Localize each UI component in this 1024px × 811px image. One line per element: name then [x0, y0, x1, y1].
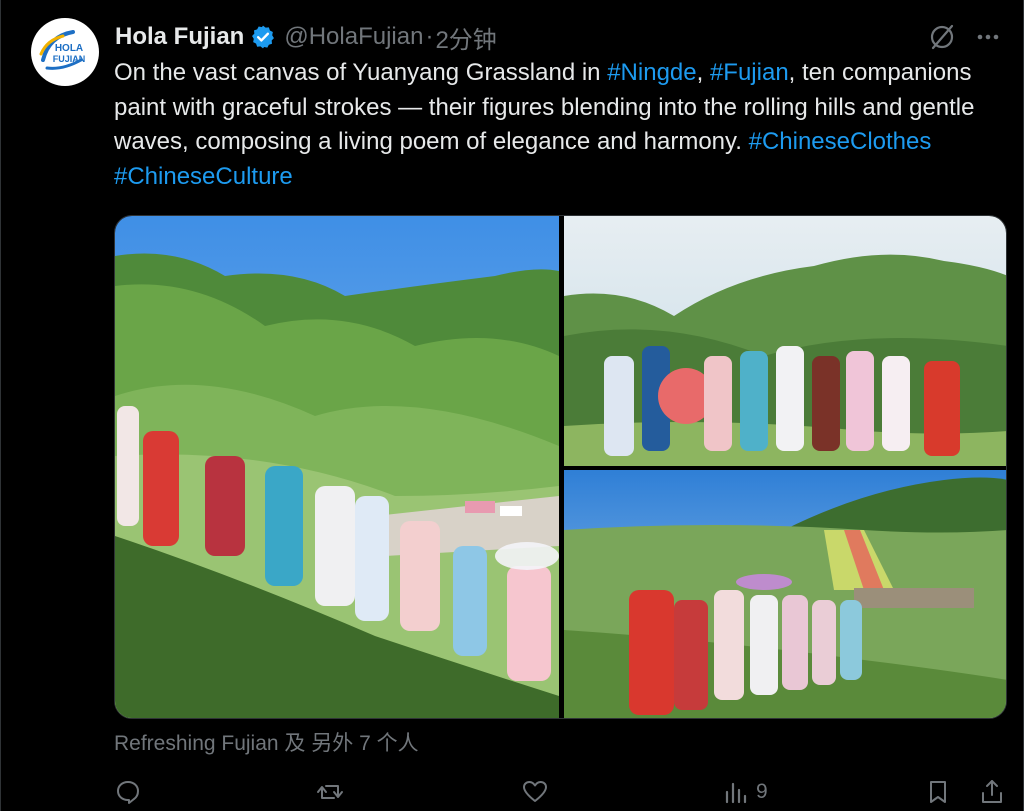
tweet-text-comma: ,: [696, 59, 710, 86]
retweet-button[interactable]: [316, 776, 344, 808]
reply-icon: [117, 781, 139, 804]
hashtag-chineseculture[interactable]: #ChineseCulture: [114, 163, 293, 190]
tagged-users[interactable]: Refreshing Fujian 及 另外 7 个人: [114, 727, 419, 757]
media-grid: [114, 215, 1007, 719]
tweet-action-bar: 9: [114, 772, 1014, 811]
avatar-logo-line1: HOLA: [55, 43, 83, 54]
tweet-text-part1: On the vast canvas of Yuanyang Grassland…: [114, 59, 608, 86]
grok-icon[interactable]: [927, 22, 957, 52]
share-button[interactable]: [978, 776, 1006, 808]
tweet-text: On the vast canvas of Yuanyang Grassland…: [114, 56, 1004, 194]
account-avatar[interactable]: HOLA FUJIAN: [31, 18, 99, 86]
photo-2[interactable]: [564, 216, 1006, 466]
display-name[interactable]: Hola Fujian: [115, 23, 244, 51]
hola-fujian-logo: HOLA FUJIAN: [39, 30, 86, 70]
like-button[interactable]: [521, 776, 549, 808]
views-bar-chart-icon: [725, 782, 747, 804]
photo-3[interactable]: [564, 470, 1006, 718]
header-separator: ·: [425, 23, 434, 50]
share-icon: [982, 780, 1002, 803]
timestamp[interactable]: 2分钟: [435, 20, 496, 55]
retweet-icon: [317, 785, 343, 799]
views-button[interactable]: 9: [722, 776, 768, 808]
reply-button[interactable]: [114, 776, 142, 808]
tweet-card: HOLA FUJIAN Hola Fujian @HolaFujian · 2分…: [0, 0, 1024, 811]
avatar-logo-line2: FUJIAN: [53, 54, 86, 64]
heart-icon: [523, 781, 547, 802]
bookmark-button[interactable]: [924, 776, 952, 808]
hashtag-fujian[interactable]: #Fujian: [710, 59, 789, 86]
more-options-icon[interactable]: [973, 22, 1003, 52]
tweet-header: Hola Fujian @HolaFujian · 2分钟: [115, 20, 1003, 55]
hashtag-ningde[interactable]: #Ningde: [607, 59, 696, 86]
verified-badge-icon: [250, 24, 276, 50]
bookmark-icon: [930, 781, 946, 803]
hashtag-chineseclothes[interactable]: #ChineseClothes: [749, 128, 932, 155]
views-count: 9: [756, 780, 768, 803]
photo-1[interactable]: [115, 216, 559, 718]
account-handle[interactable]: @HolaFujian: [284, 23, 423, 51]
